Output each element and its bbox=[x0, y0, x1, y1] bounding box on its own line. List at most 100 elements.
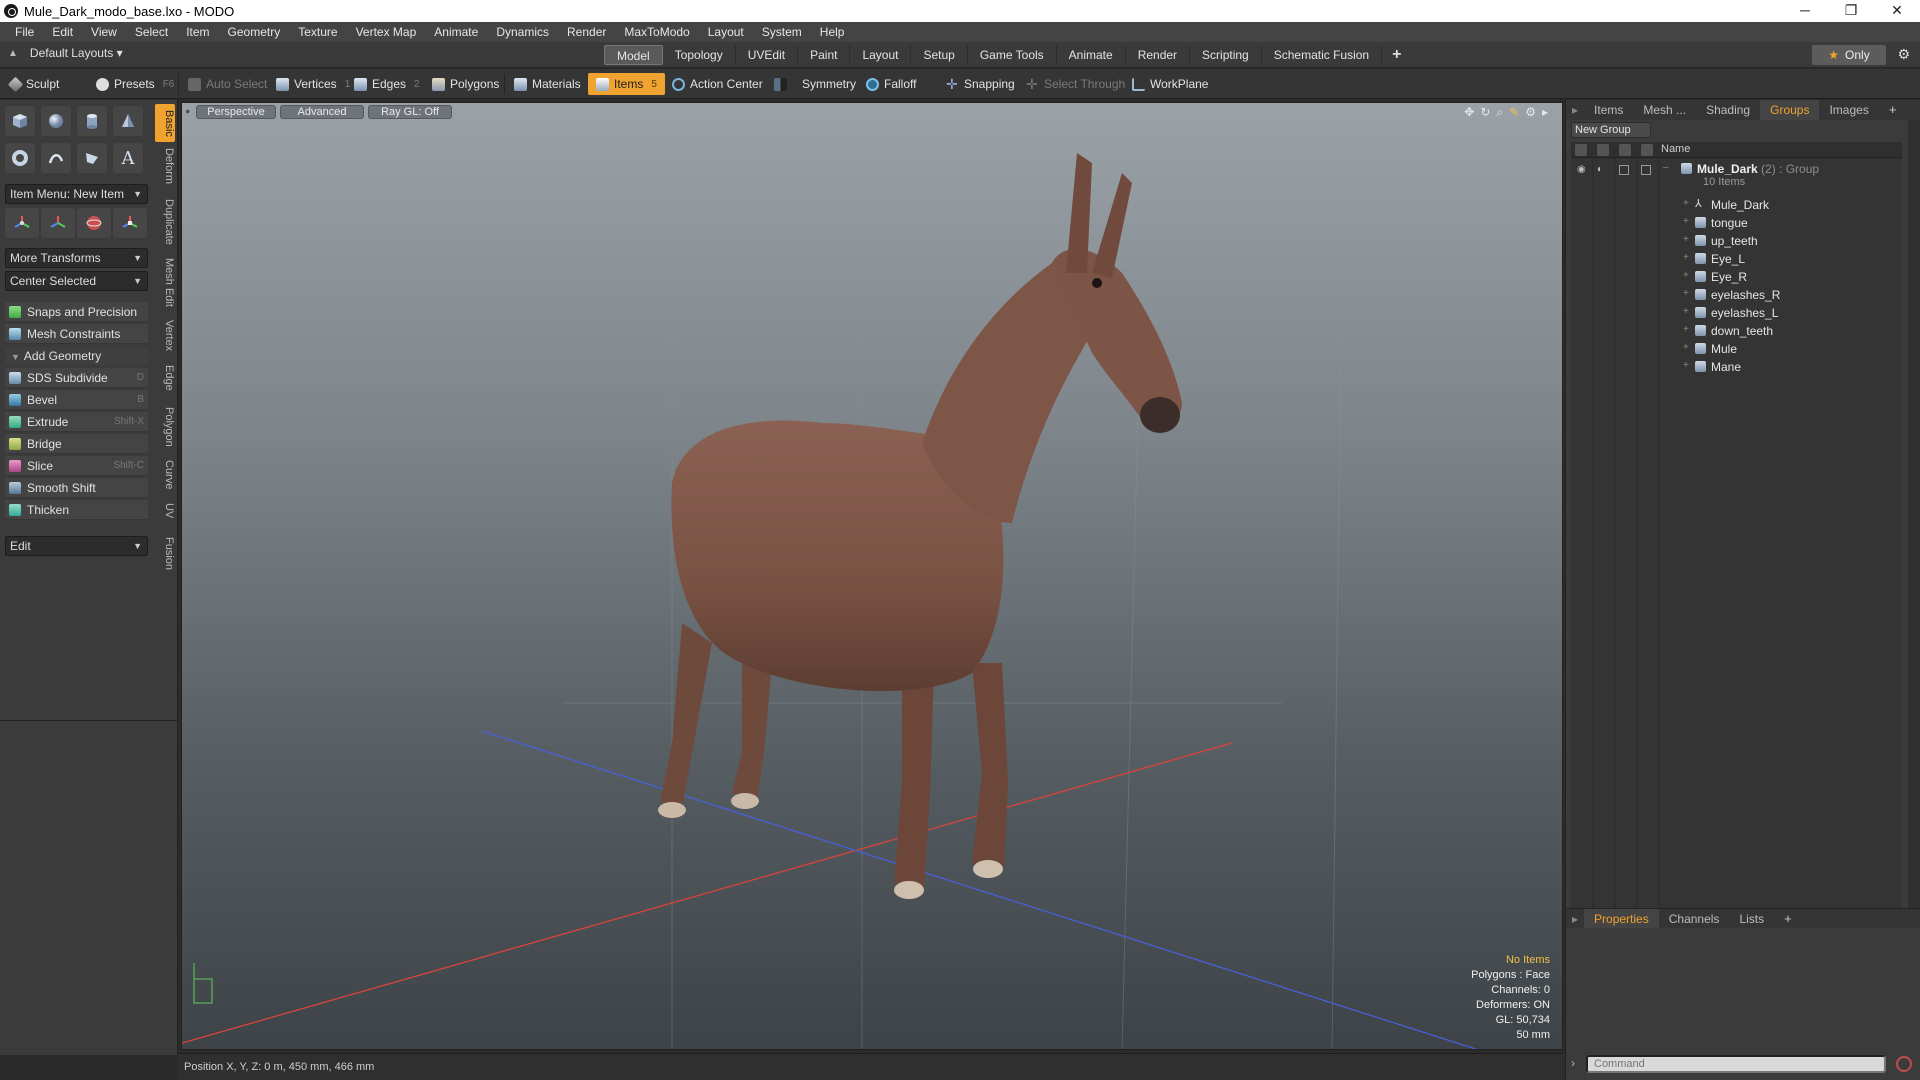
edges-button[interactable]: Edges 2 bbox=[350, 73, 424, 95]
advanced-button[interactable]: Advanced bbox=[280, 105, 364, 119]
menu-help[interactable]: Help bbox=[811, 22, 854, 42]
menu-layout[interactable]: Layout bbox=[699, 22, 753, 42]
expand-plus-icon[interactable]: + bbox=[1683, 360, 1689, 371]
command-input[interactable] bbox=[1586, 1055, 1886, 1073]
sculpt-button[interactable]: Sculpt bbox=[6, 73, 63, 95]
tab-channels[interactable]: Channels bbox=[1659, 909, 1730, 929]
smooth-shift-button[interactable]: Smooth Shift bbox=[5, 478, 148, 498]
items-button[interactable]: Items 5 bbox=[588, 73, 665, 95]
menu-view[interactable]: View bbox=[82, 22, 126, 42]
list-item[interactable]: + eyelashes_L bbox=[1571, 304, 1902, 322]
action-center-button[interactable]: Action Center bbox=[668, 73, 767, 95]
vertices-button[interactable]: Vertices 1 bbox=[272, 73, 354, 95]
menu-texture[interactable]: Texture bbox=[289, 22, 346, 42]
list-item[interactable]: + tongue bbox=[1571, 214, 1902, 232]
ray-gl-button[interactable]: Ray GL: Off bbox=[368, 105, 452, 119]
eye-icon[interactable] bbox=[1575, 144, 1587, 156]
tab-paint[interactable]: Paint bbox=[798, 45, 851, 65]
expand-plus-icon[interactable]: + bbox=[1683, 216, 1689, 227]
select-icon[interactable] bbox=[1641, 144, 1653, 156]
select-checkbox[interactable] bbox=[1641, 165, 1651, 175]
expand-plus-icon[interactable]: + bbox=[1683, 270, 1689, 281]
tab-scripting[interactable]: Scripting bbox=[1190, 45, 1262, 65]
perspective-button[interactable]: Perspective bbox=[196, 105, 276, 119]
vtab-mesh-edit[interactable]: Mesh Edit bbox=[155, 256, 175, 308]
expand-minus-icon[interactable]: – bbox=[1663, 162, 1669, 173]
menu-geometry[interactable]: Geometry bbox=[219, 22, 290, 42]
default-layouts-dropdown[interactable]: ▲ Default Layouts ▾ bbox=[8, 46, 123, 60]
falloff-button[interactable]: Falloff bbox=[862, 73, 920, 95]
snapping-button[interactable]: ✛ Snapping bbox=[942, 73, 1019, 95]
render-toggle-icon[interactable]: ◐ bbox=[1597, 164, 1603, 175]
expand-plus-icon[interactable]: + bbox=[1683, 198, 1689, 209]
vtab-uv[interactable]: UV bbox=[155, 500, 175, 522]
tab-properties[interactable]: Properties bbox=[1584, 908, 1659, 929]
tab-uvedit[interactable]: UVEdit bbox=[736, 45, 799, 65]
tab-schematic-fusion[interactable]: Schematic Fusion bbox=[1262, 45, 1383, 65]
expand-plus-icon[interactable]: + bbox=[1683, 288, 1689, 299]
tab-mesh[interactable]: Mesh ... bbox=[1633, 100, 1696, 120]
close-button[interactable]: ✕ bbox=[1874, 0, 1920, 22]
menu-render[interactable]: Render bbox=[558, 22, 615, 42]
polygons-button[interactable]: Polygons bbox=[428, 73, 503, 95]
menu-edit[interactable]: Edit bbox=[43, 22, 82, 42]
vtab-curve[interactable]: Curve bbox=[155, 458, 175, 492]
list-item[interactable]: + down_teeth bbox=[1571, 322, 1902, 340]
add-tab-icon[interactable]: + bbox=[1382, 45, 1411, 65]
vtab-fusion[interactable]: Fusion bbox=[155, 534, 175, 574]
zoom-icon[interactable]: ⌕ bbox=[1496, 105, 1503, 120]
edit-dropdown[interactable]: Edit ▼ bbox=[5, 536, 148, 556]
menu-dynamics[interactable]: Dynamics bbox=[487, 22, 558, 42]
menu-select[interactable]: Select bbox=[126, 22, 177, 42]
list-item[interactable]: + ⅄ Mule_Dark bbox=[1571, 196, 1902, 214]
transform-tool-button[interactable] bbox=[113, 208, 147, 238]
menu-system[interactable]: System bbox=[753, 22, 811, 42]
cube-primitive-button[interactable] bbox=[5, 106, 35, 136]
menu-file[interactable]: File bbox=[6, 22, 43, 42]
vtab-duplicate[interactable]: Duplicate bbox=[155, 196, 175, 248]
center-selected-dropdown[interactable]: Center Selected ▼ bbox=[5, 271, 148, 291]
snaps-precision-button[interactable]: Snaps and Precision bbox=[5, 302, 148, 322]
list-item[interactable]: + Eye_L bbox=[1571, 250, 1902, 268]
tab-animate[interactable]: Animate bbox=[1057, 45, 1126, 65]
cylinder-primitive-button[interactable] bbox=[77, 106, 107, 136]
tab-game-tools[interactable]: Game Tools bbox=[968, 45, 1057, 65]
vtab-deform[interactable]: Deform bbox=[155, 146, 175, 186]
tab-shading[interactable]: Shading bbox=[1696, 100, 1760, 120]
select-through-button[interactable]: ✛ Select Through bbox=[1022, 73, 1129, 95]
record-macro-icon[interactable] bbox=[1896, 1056, 1912, 1072]
viewport-settings-icon[interactable]: ⚙ bbox=[1525, 105, 1536, 120]
symmetry-button[interactable]: Symmetry bbox=[770, 73, 860, 95]
orbit-icon[interactable]: ↻ bbox=[1480, 105, 1490, 120]
sphere-primitive-button[interactable] bbox=[41, 106, 71, 136]
tab-topology[interactable]: Topology bbox=[663, 45, 736, 65]
tab-groups[interactable]: Groups bbox=[1760, 100, 1820, 120]
visibility-eye-icon[interactable]: ◉ bbox=[1577, 164, 1586, 175]
gear-icon[interactable]: ⚙ bbox=[1897, 46, 1910, 63]
mesh-constraints-button[interactable]: Mesh Constraints bbox=[5, 324, 148, 344]
presets-button[interactable]: Presets F6 bbox=[92, 73, 178, 95]
item-menu-dropdown[interactable]: Item Menu: New Item ▼ bbox=[5, 184, 148, 204]
pen-tool-button[interactable] bbox=[41, 143, 71, 173]
bridge-button[interactable]: Bridge bbox=[5, 434, 148, 454]
list-item[interactable]: + up_teeth bbox=[1571, 232, 1902, 250]
polygon-pen-button[interactable] bbox=[77, 143, 107, 173]
move-tool-button[interactable] bbox=[5, 208, 39, 238]
expand-plus-icon[interactable]: + bbox=[1683, 252, 1689, 263]
menu-item[interactable]: Item bbox=[177, 22, 218, 42]
menu-maxtomodo[interactable]: MaxToModo bbox=[615, 22, 698, 42]
expand-plus-icon[interactable]: + bbox=[1683, 306, 1689, 317]
lock-icon[interactable] bbox=[1619, 144, 1631, 156]
tab-layout[interactable]: Layout bbox=[850, 45, 912, 65]
restore-button[interactable]: ❐ bbox=[1828, 0, 1874, 22]
cone-primitive-button[interactable] bbox=[113, 106, 143, 136]
bevel-button[interactable]: Bevel B bbox=[5, 390, 148, 410]
minimize-button[interactable]: ─ bbox=[1782, 0, 1828, 22]
render-icon[interactable] bbox=[1597, 144, 1609, 156]
slice-button[interactable]: Slice Shift-C bbox=[5, 456, 148, 476]
tab-lists[interactable]: Lists bbox=[1729, 909, 1774, 929]
new-group-button[interactable]: New Group bbox=[1571, 122, 1651, 138]
add-tab-icon[interactable]: + bbox=[1879, 100, 1907, 120]
vtab-vertex[interactable]: Vertex bbox=[155, 316, 175, 356]
collapse-arrow-icon[interactable]: ▲ bbox=[8, 48, 18, 59]
